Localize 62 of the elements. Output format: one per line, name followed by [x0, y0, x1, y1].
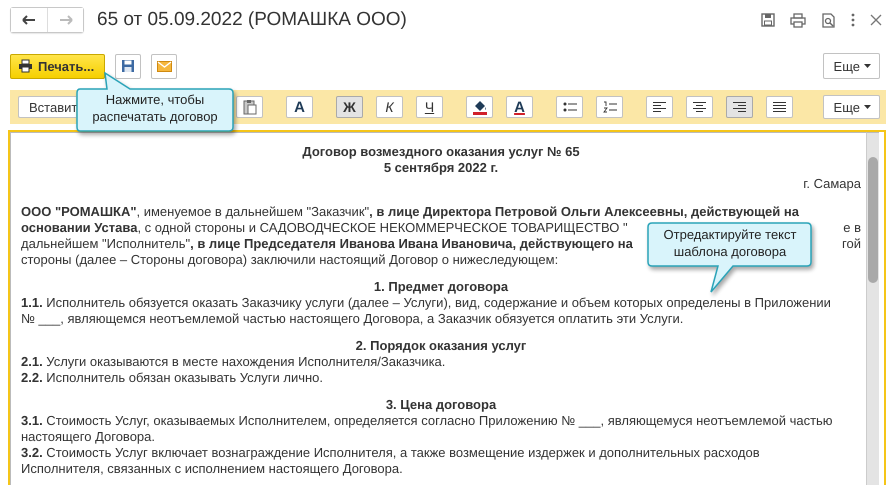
back-arrow-icon — [22, 15, 36, 25]
document-heading: Договор возмездного оказания услуг № 65 — [301, 144, 581, 160]
save-button[interactable] — [115, 54, 142, 78]
printer-icon — [18, 59, 33, 73]
document-text-line: № ___, являющемся неотъемлемой частью настоящего Договора, а Заказчик обязуется оплатить эти Услуги. — [21, 311, 684, 327]
print-icon[interactable] — [790, 12, 806, 28]
email-button[interactable] — [151, 54, 178, 78]
italic-button[interactable]: К — [376, 96, 403, 118]
bullet-list-button[interactable] — [556, 96, 583, 118]
save-icon[interactable] — [761, 13, 775, 27]
bold-button[interactable]: Ж — [336, 96, 363, 118]
numbered-list-button[interactable] — [596, 96, 623, 118]
underline-button[interactable]: Ч — [416, 96, 443, 118]
more-button[interactable]: Еще — [822, 95, 880, 119]
align-center-button[interactable] — [686, 96, 713, 118]
document-text-fragment: е в — [843, 220, 861, 236]
document-heading: 3. Цена договора — [384, 397, 498, 413]
align-right-button[interactable] — [726, 96, 753, 118]
numbered-list-icon — [602, 101, 616, 113]
caret-icon — [864, 105, 871, 109]
font-color-button[interactable]: А — [506, 96, 533, 118]
document-text-line: 2.2. Исполнитель обязан оказывать Услуги лично. — [21, 370, 324, 386]
document-text-line: 2.1. Услуги оказываются в месте нахождения Исполнителя/Заказчика. — [21, 354, 446, 370]
document-city: г. Самара — [802, 176, 861, 192]
paint-bucket-icon — [472, 99, 486, 115]
window-title: 65 от 05.09.2022 (РОМАШКА ООО) — [97, 9, 407, 31]
hint-callout: Нажмите, чтобы распечатать договор — [76, 72, 234, 132]
justify-button[interactable] — [766, 96, 793, 118]
clipboard-icon — [242, 99, 256, 115]
document-text-line: 3.1. Стоимость Услуг, оказываемых Исполнителем, определяется согласно Приложению № ___, являющемуся неотъемлемой частью — [21, 413, 834, 429]
justify-icon — [773, 102, 786, 112]
document-text-line: ООО "РОМАШКА", именуемое в дальнейшем "Заказчик", в лице Директора Петровой Ольги Алексеевны, действующей на — [21, 204, 799, 220]
font-button[interactable]: А — [286, 96, 313, 118]
document-text-line: дальнейшем "Исполнитель", в лице Председателя Иванова Ивана Ивановича, действующего на — [21, 236, 633, 252]
document-text-line: настоящего Договора. — [21, 429, 156, 445]
document-text-line: 3.2. Стоимость Услуг включает вознаграждение Исполнителя, а также возмещение издержек и дополнительных расходов — [21, 445, 761, 461]
scrollbar[interactable] — [866, 132, 879, 485]
more-button[interactable]: Еще — [822, 53, 880, 79]
document-heading: 1. Предмет договора — [372, 279, 510, 295]
back-button[interactable] — [11, 8, 47, 32]
print-button[interactable]: Печать... — [10, 54, 106, 78]
document-text-line: 1.1. Исполнитель обязуется оказать Заказчику услуги (далее – Услуги), вид, содержание и объем которых определены в Приложении — [21, 295, 832, 311]
document-heading: 2. Порядок оказания услуг — [354, 338, 528, 354]
align-left-button[interactable] — [646, 96, 673, 118]
align-left-icon — [653, 102, 666, 112]
document-text-line: основании Устава, с одной стороны и САДОВОДЧЕСКОЕ НЕКОММЕРЧЕСКОЕ ТОВАРИЩЕСТВО " — [21, 220, 628, 236]
caret-icon — [864, 64, 871, 68]
hint-callout: Отредактируйте текст шаблона договора — [647, 222, 813, 293]
envelope-icon — [156, 60, 172, 72]
align-center-icon — [693, 102, 706, 112]
more-icon[interactable] — [851, 13, 855, 27]
document-heading: 5 сентября 2022 г. — [382, 160, 500, 176]
document-text-line: стороны (далее – Стороны договора) заключили настоящий Договор о нижеследующем: — [21, 252, 558, 268]
forward-arrow-icon — [58, 15, 72, 25]
close-icon[interactable] — [870, 14, 882, 26]
preview-icon[interactable] — [821, 12, 836, 28]
paint-bucket-button[interactable] — [466, 96, 493, 118]
bullet-list-icon — [562, 101, 576, 113]
document-text-fragment: гой — [842, 236, 861, 252]
clipboard-button[interactable] — [236, 96, 263, 118]
document-text-line: Исполнителя, связанных с исполнением настоящего Договора. — [21, 461, 404, 477]
align-right-icon — [733, 102, 746, 112]
